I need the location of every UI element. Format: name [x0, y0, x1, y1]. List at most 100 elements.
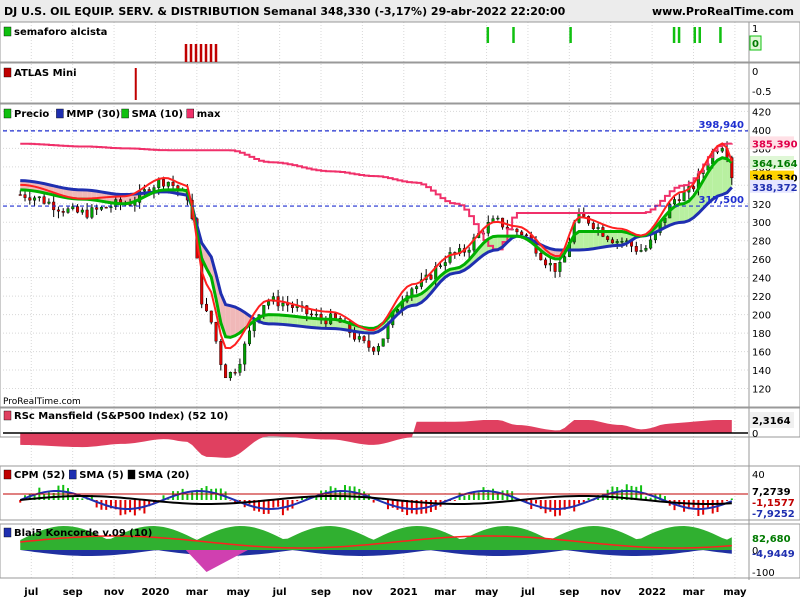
cpm-bar: [272, 500, 275, 508]
semaforo-signal: [672, 27, 676, 43]
candle-body: [37, 196, 41, 199]
cpm-bar: [191, 492, 194, 500]
semaforo-down-signal: [204, 44, 208, 62]
candle-body: [104, 207, 108, 209]
semaforo-signal: [719, 27, 722, 43]
candle-body: [720, 148, 724, 152]
candle-body: [162, 179, 166, 187]
sma-fill-bull: [722, 157, 728, 195]
legend-item: Blai5 Koncorde v.09 (10): [3, 527, 152, 539]
cpm-bar: [262, 500, 265, 515]
candle-body: [644, 247, 648, 251]
sma-fill-bull: [717, 157, 723, 197]
candle-body: [47, 201, 51, 204]
cpm-bar: [702, 500, 705, 515]
cpm-bar: [348, 486, 351, 500]
semaforo-down-signal: [214, 44, 218, 62]
candle-body: [634, 246, 638, 252]
cpm-bar: [47, 492, 50, 500]
legend-mmp30: MMP (30): [66, 109, 120, 120]
cpm-bar: [343, 485, 346, 500]
legend-precio-swatch: [3, 108, 12, 119]
cpm-badge-0: 7,2739: [752, 487, 791, 498]
candle-body: [620, 241, 624, 243]
candle-body: [219, 340, 223, 365]
x-tick-label: mar: [682, 587, 704, 598]
candle-body: [209, 310, 213, 323]
cpm-bar: [57, 485, 60, 500]
candle-body: [171, 181, 175, 186]
candle-body: [596, 227, 600, 229]
x-tick-label: nov: [600, 587, 621, 598]
candle-body: [157, 179, 161, 188]
cpm-bar: [267, 500, 270, 514]
candle-body: [238, 363, 242, 373]
cpm-bar: [186, 494, 189, 500]
candle-body: [544, 259, 548, 266]
cpm-bar: [453, 500, 456, 501]
candle-body: [290, 305, 294, 308]
mmp30-value-badge: 338,372: [752, 183, 798, 194]
candle-body: [262, 305, 266, 315]
candle-body: [76, 206, 80, 213]
candle-body: [71, 206, 75, 209]
y-tick-label: 320: [752, 200, 771, 211]
x-tick-label: mar: [186, 587, 208, 598]
semaforo-signal: [693, 27, 697, 43]
cpm-badge-2: -7,9252: [752, 509, 795, 520]
cpm-bar: [721, 500, 724, 503]
candle-body: [224, 364, 228, 379]
koncorde-badge-0: 82,680: [752, 534, 791, 545]
cpm-bar: [544, 500, 547, 514]
candle-body: [66, 208, 70, 213]
candle-body: [56, 209, 60, 212]
cpm-bar: [726, 500, 729, 501]
legend-item: SMA (20): [127, 469, 189, 481]
sma-fill-bull: [583, 231, 589, 250]
y-tick-label: 160: [752, 348, 771, 359]
legend-cpm-sma20: SMA (20): [138, 470, 189, 481]
cpm-bar: [501, 490, 504, 500]
candle-body: [267, 301, 271, 306]
candle-body: [548, 263, 552, 266]
legend-item: RSc Mansfield (S&P500 Index) (52 10): [3, 410, 228, 422]
legend-semaforo-swatch: [3, 26, 12, 37]
semaforo-down-signal: [194, 44, 198, 62]
candle-body: [61, 211, 65, 213]
legend-atlas: ATLAS Mini: [14, 68, 77, 79]
semaforo-signal: [698, 27, 702, 43]
cpm-bar: [577, 500, 580, 504]
cpm-bar: [81, 498, 84, 500]
legend-item: ATLAS Mini: [3, 67, 77, 79]
level-label: 398,940: [698, 120, 744, 131]
legend-mmp30-swatch: [56, 108, 64, 119]
chart-canvas: DJ U.S. OIL EQUIP. SERV. & DISTRIBUTION …: [0, 0, 800, 600]
candle-body: [606, 236, 610, 240]
candle-body: [496, 217, 500, 220]
x-tick-label: may: [723, 587, 747, 598]
candle-body: [314, 313, 318, 316]
candle-body: [99, 207, 103, 210]
cpm-tick-40: 40: [752, 470, 765, 481]
semaforo-signal: [569, 27, 572, 43]
x-tick-label: 2020: [142, 587, 170, 598]
legend-precio: Precio: [14, 109, 49, 120]
semaforo-signal: [677, 27, 681, 43]
candle-body: [415, 286, 419, 290]
y-tick-label: 260: [752, 255, 771, 266]
candle-body: [381, 338, 385, 347]
legend-cpm-swatch: [3, 469, 12, 480]
x-tick-label: sep: [63, 587, 83, 598]
candle-body: [166, 181, 170, 187]
semaforo-down-signal: [184, 44, 188, 62]
legend-sma10: SMA (10): [132, 109, 183, 120]
candle-body: [247, 330, 251, 345]
cpm-bar: [496, 494, 499, 500]
legend-koncorde-swatch: [3, 527, 12, 538]
candle-body: [367, 340, 371, 348]
candle-body: [90, 207, 94, 218]
x-tick-label: sep: [311, 587, 331, 598]
cpm-badge-1: -1,1577: [752, 498, 795, 509]
cpm-bar: [683, 500, 686, 512]
y-tick-label: 200: [752, 311, 771, 322]
